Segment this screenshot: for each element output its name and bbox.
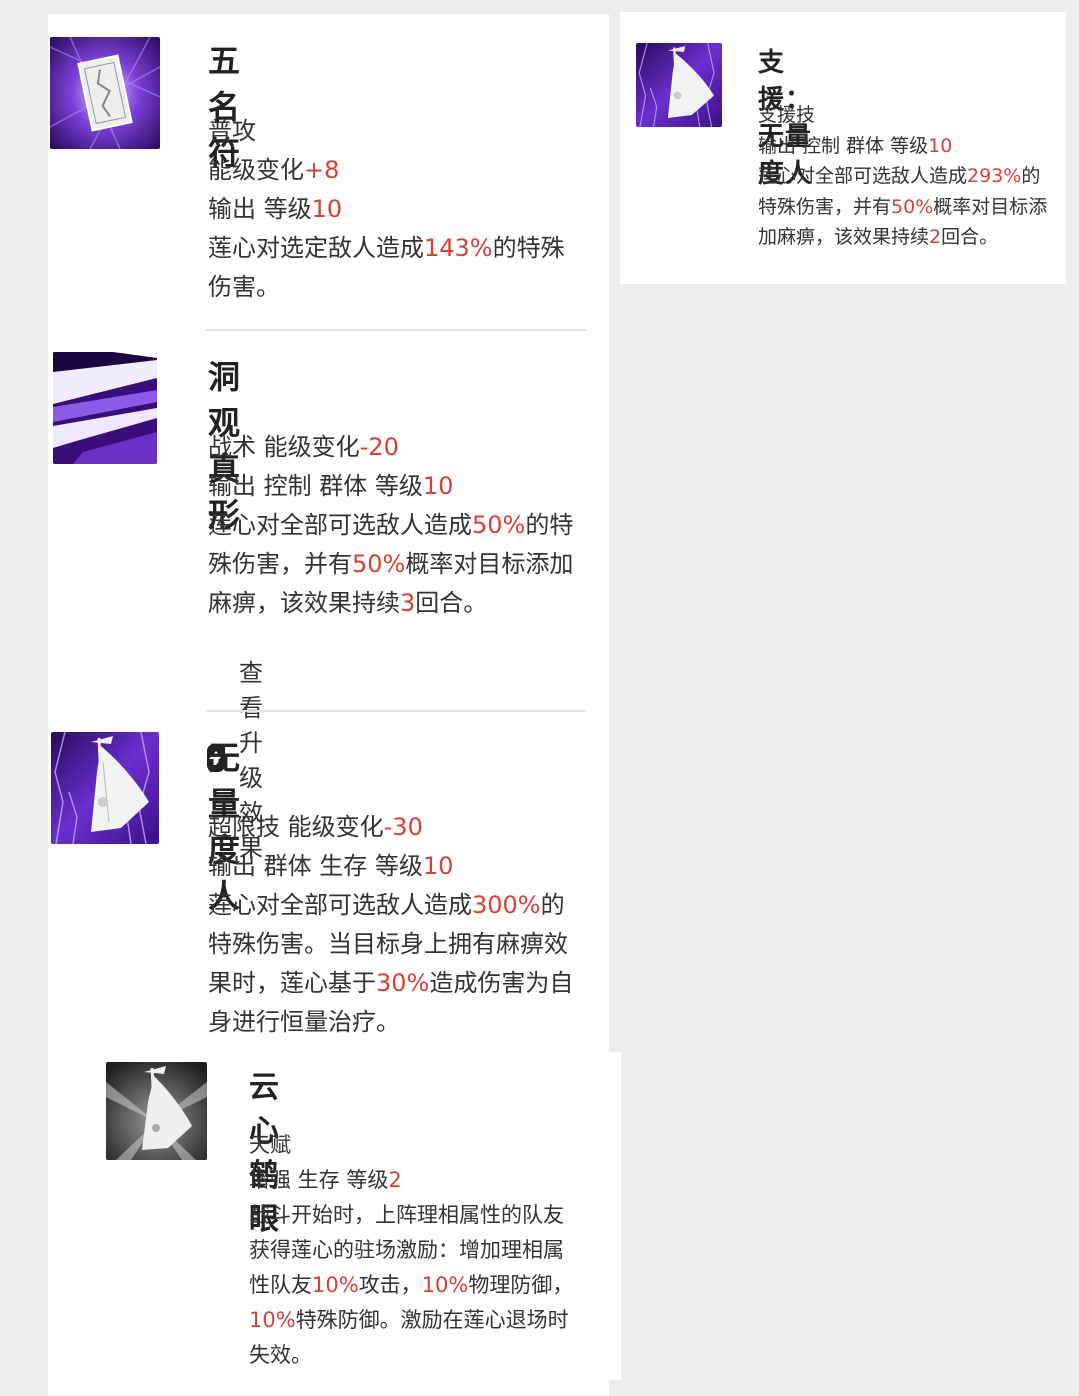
highlight-value: 2 (929, 226, 942, 248)
skill-description-line: 莲心对选定敌人造成143%的特殊 (208, 229, 565, 268)
text-segment: 回合。 (941, 226, 999, 248)
skill-description: 普攻 能级变化+8 输出 等级10 莲心对选定敌人造成143%的特殊 伤害。 (208, 112, 565, 307)
text-segment: 莲心对全部可选敌人造成 (208, 511, 472, 539)
highlight-value: 50% (472, 511, 526, 539)
skill-description-line: 战术 能级变化-20 (208, 428, 573, 467)
text-segment: 果时，莲心基于 (208, 969, 376, 997)
highlight-value: 30% (376, 969, 430, 997)
skill-description-line: 输出 等级10 (208, 190, 565, 229)
skill-description: 支援技 输出 控制 群体 等级10 莲心对全部可选敌人造成293%的 特殊伤害，并有5… (758, 100, 1047, 253)
skill-description-line: 普攻 (208, 112, 565, 151)
text-segment: 的特 (525, 511, 574, 539)
text-segment: 战斗开始时，上阵理相属性的队友 (249, 1203, 564, 1227)
skill-description-line: 失效。 (249, 1338, 573, 1373)
highlight-value: 10 (928, 134, 953, 157)
text-segment: 战术 能级变化 (208, 433, 360, 461)
highlight-value: -20 (359, 433, 399, 461)
divider (206, 710, 586, 712)
skill-description-line: 身进行恒量治疗。 (208, 1003, 573, 1042)
text-segment: 输出 等级 (208, 195, 312, 223)
skill-description-line: 麻痹，该效果持续3回合。 (208, 584, 573, 623)
highlight-value: 10 (311, 195, 343, 223)
skill-description-line: 莲心对全部可选敌人造成50%的特 (208, 506, 573, 545)
highlight-value: 10% (421, 1273, 469, 1297)
text-segment: 攻击， (358, 1273, 422, 1297)
divider (206, 329, 586, 331)
skill-description: 天赋增强 生存 等级2 战斗开始时，上阵理相属性的队友 获得莲心的驻场激励：增加理相… (249, 1128, 573, 1373)
text-segment: 身进行恒量治疗。 (208, 1008, 400, 1036)
skill-description-line: 10%特殊防御。激励在莲心退场时 (249, 1303, 573, 1338)
text-segment: 的 (540, 891, 565, 919)
talisman-icon (50, 37, 160, 149)
text-segment: 的特殊 (492, 234, 565, 262)
text-segment: 物理防御， (468, 1273, 574, 1297)
text-segment: 增强 生存 等级 (249, 1168, 389, 1192)
text-segment: 麻痹，该效果持续 (208, 589, 400, 617)
banner-purple-icon (51, 732, 159, 844)
skill-description: 战术 能级变化-20 输出 控制 群体 等级10 莲心对全部可选敌人造成50%的特殊… (208, 428, 573, 623)
skill-description-line: 特殊伤害。当目标身上拥有麻痹效 (208, 925, 573, 964)
text-segment: 概率对目标添加 (405, 550, 574, 578)
skill-description-line: 输出 群体 生存 等级10 (208, 847, 573, 886)
skill-description-line: 天赋 (249, 1128, 573, 1163)
text-segment: 莲心对全部可选敌人造成 (758, 165, 968, 187)
skill-description-line: 战斗开始时，上阵理相属性的队友 (249, 1198, 573, 1233)
text-segment: 加麻痹，该效果持续 (758, 226, 930, 248)
slash-streaks-icon (53, 352, 157, 464)
banner-gray-icon (106, 1062, 207, 1160)
banner-purple-icon (636, 43, 722, 127)
text-segment: 输出 群体 生存 等级 (208, 852, 423, 880)
skill-description-line: 莲心对全部可选敌人造成300%的 (208, 886, 573, 925)
text-segment: 性队友 (249, 1273, 312, 1297)
text-segment: 支援技 (758, 104, 816, 126)
text-segment: 特殊防御。激励在莲心退场时 (295, 1308, 569, 1332)
highlight-value: 10% (312, 1273, 359, 1297)
highlight-value: 143% (424, 234, 493, 262)
skill-description-line: 性队友10%攻击，10%物理防御， (249, 1268, 573, 1303)
skill-description-line: 伤害。 (208, 268, 565, 307)
text-segment: 莲心对选定敌人造成 (208, 234, 424, 262)
skill-description-line: 果时，莲心基于30%造成伤害为自 (208, 964, 573, 1003)
text-segment: 殊伤害，并有 (208, 550, 352, 578)
skill-description-line: 加麻痹，该效果持续2回合。 (758, 222, 1047, 253)
text-segment: 造成伤害为自 (429, 969, 574, 997)
highlight-value: 10 (422, 852, 454, 880)
text-segment: 特殊伤害。当目标身上拥有麻痹效 (208, 930, 568, 958)
skill-description-line: 超限技 能级变化-30 (208, 808, 573, 847)
skill-description-line: 支援技 (758, 100, 1047, 131)
skill-description-line: 莲心对全部可选敌人造成293%的 (758, 161, 1047, 192)
highlight-value: 10 (422, 472, 454, 500)
highlight-value: 293% (967, 165, 1022, 187)
skill-description-line: 输出 控制 群体 等级10 (208, 467, 573, 506)
text-segment: 概率对目标添 (933, 195, 1048, 218)
highlight-value: 10% (249, 1308, 296, 1332)
highlight-value: 2 (388, 1168, 402, 1192)
skill-description-line: 特殊伤害，并有50%概率对目标添 (758, 192, 1047, 223)
text-segment: 输出 控制 群体 等级 (758, 134, 929, 157)
text-segment: 伤害。 (208, 273, 280, 301)
text-segment: 失效。 (249, 1343, 312, 1367)
skill-description: 超限技 能级变化-30 输出 群体 生存 等级10 莲心对全部可选敌人造成300%的… (208, 808, 573, 1042)
highlight-value: +8 (304, 156, 340, 184)
text-segment: 获得莲心的驻场激励：增加理相属 (249, 1238, 564, 1262)
text-segment: 普攻 (208, 117, 256, 145)
text-segment: 莲心对全部可选敌人造成 (208, 891, 472, 919)
text-segment: 输出 控制 群体 等级 (208, 472, 423, 500)
text-segment: 超限技 能级变化 (208, 813, 384, 841)
highlight-value: 300% (472, 891, 541, 919)
skill-description-line: 增强 生存 等级2 (249, 1163, 573, 1198)
highlight-value: 50% (891, 195, 934, 218)
text-segment: 能级变化 (208, 156, 304, 184)
text-segment: 的 (1021, 165, 1041, 187)
highlight-value: 50% (352, 550, 406, 578)
highlight-value: 3 (400, 589, 416, 617)
skill-description-line: 获得莲心的驻场激励：增加理相属 (249, 1233, 573, 1268)
text-segment: 回合。 (415, 589, 488, 617)
skill-description-line: 殊伤害，并有50%概率对目标添加 (208, 545, 573, 584)
skill-description-line: 能级变化+8 (208, 151, 565, 190)
skill-description-line: 输出 控制 群体 等级10 (758, 131, 1047, 162)
text-segment: 特殊伤害，并有 (758, 195, 892, 218)
text-segment: 天赋 (249, 1133, 291, 1157)
highlight-value: -30 (383, 813, 423, 841)
